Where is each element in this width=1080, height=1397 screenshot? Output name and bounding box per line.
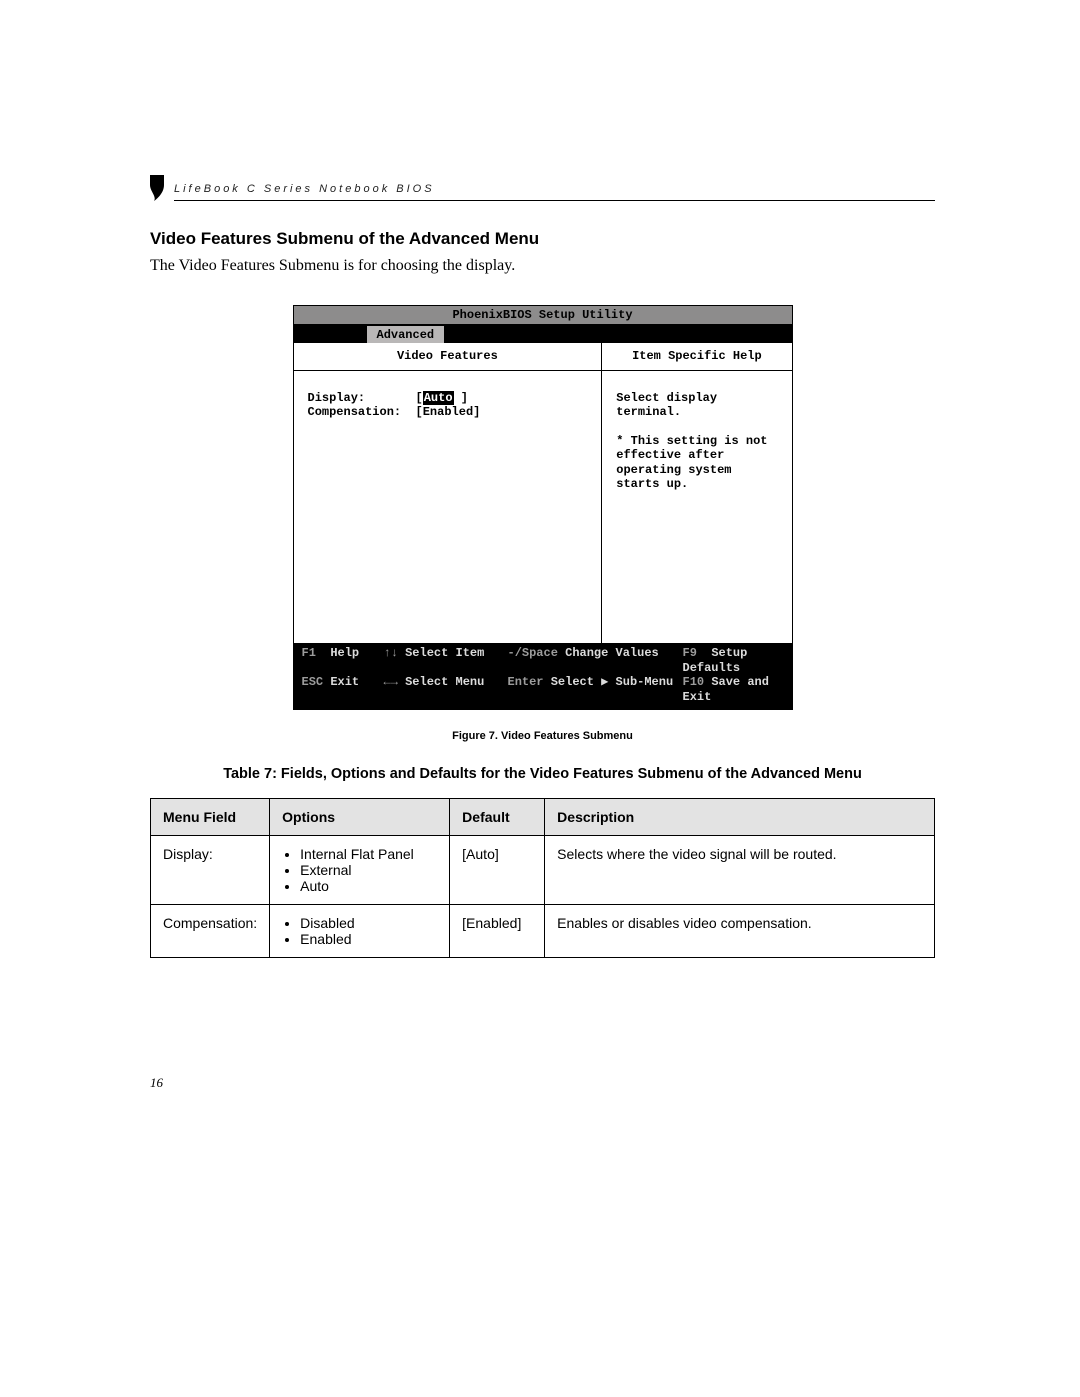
key-f10: F10 (683, 675, 705, 689)
cell-menu-field: Display: (151, 835, 270, 904)
list-item: Auto (300, 878, 437, 894)
th-default: Default (450, 798, 545, 835)
label-select-item: Select Item (405, 646, 484, 660)
bios-tab-advanced: Advanced (366, 325, 446, 343)
cell-default: [Auto] (450, 835, 545, 904)
bios-footer: F1 Help ↑↓ Select Item -/Space Change Va… (294, 643, 792, 709)
key-minus-space: -/Space (508, 646, 558, 660)
cell-default: [Enabled] (450, 904, 545, 957)
bios-tab-row: Advanced (294, 325, 792, 343)
key-esc: ESC (302, 675, 324, 689)
list-item: Disabled (300, 915, 437, 931)
label-select-sub: Select ▶ Sub-Menu (551, 675, 673, 689)
th-menu-field: Menu Field (151, 798, 270, 835)
comp-value: [Enabled] (416, 405, 481, 419)
th-description: Description (545, 798, 935, 835)
key-leftright: ←→ (384, 675, 398, 689)
cell-description: Enables or disables video compensation. (545, 904, 935, 957)
th-options: Options (270, 798, 450, 835)
list-item: Enabled (300, 931, 437, 947)
cell-options: Disabled Enabled (270, 904, 450, 957)
label-help: Help (330, 646, 359, 660)
label-exit: Exit (330, 675, 359, 689)
key-updown: ↑↓ (384, 646, 398, 660)
table-row: Display: Internal Flat Panel External Au… (151, 835, 935, 904)
key-f1: F1 (302, 646, 316, 660)
bios-field-compensation: Compensation: [Enabled] (308, 405, 588, 419)
comp-label: Compensation: (308, 405, 402, 419)
section-title: Video Features Submenu of the Advanced M… (150, 229, 935, 249)
bios-left-title: Video Features (294, 343, 602, 370)
table-row: Compensation: Disabled Enabled [Enabled]… (151, 904, 935, 957)
cell-description: Selects where the video signal will be r… (545, 835, 935, 904)
bios-screenshot: PhoenixBIOS Setup Utility Advanced Video… (293, 305, 793, 710)
bios-field-display: Display: [Auto ] (308, 391, 588, 405)
section-intro: The Video Features Submenu is for choosi… (150, 257, 935, 275)
cell-menu-field: Compensation: (151, 904, 270, 957)
bios-help-text: Select display terminal. * This setting … (616, 391, 777, 492)
running-head-text: LifeBook C Series Notebook BIOS (174, 183, 435, 195)
list-item: External (300, 862, 437, 878)
page-number: 16 (150, 1075, 163, 1091)
display-label: Display: (308, 391, 366, 405)
display-value: Auto (423, 391, 454, 405)
key-f9: F9 (683, 646, 697, 660)
running-head: LifeBook C Series Notebook BIOS (150, 175, 935, 201)
bios-right-title: Item Specific Help (602, 343, 791, 370)
key-enter: Enter (508, 675, 544, 689)
table-caption: Table 7: Fields, Options and Defaults fo… (150, 766, 935, 782)
cell-options: Internal Flat Panel External Auto (270, 835, 450, 904)
table-header-row: Menu Field Options Default Description (151, 798, 935, 835)
options-table: Menu Field Options Default Description D… (150, 798, 935, 958)
list-item: Internal Flat Panel (300, 846, 437, 862)
bios-title: PhoenixBIOS Setup Utility (294, 306, 792, 325)
figure-caption: Figure 7. Video Features Submenu (150, 730, 935, 742)
label-change-values: Change Values (565, 646, 659, 660)
label-select-menu: Select Menu (405, 675, 484, 689)
header-mark-icon (150, 175, 164, 201)
